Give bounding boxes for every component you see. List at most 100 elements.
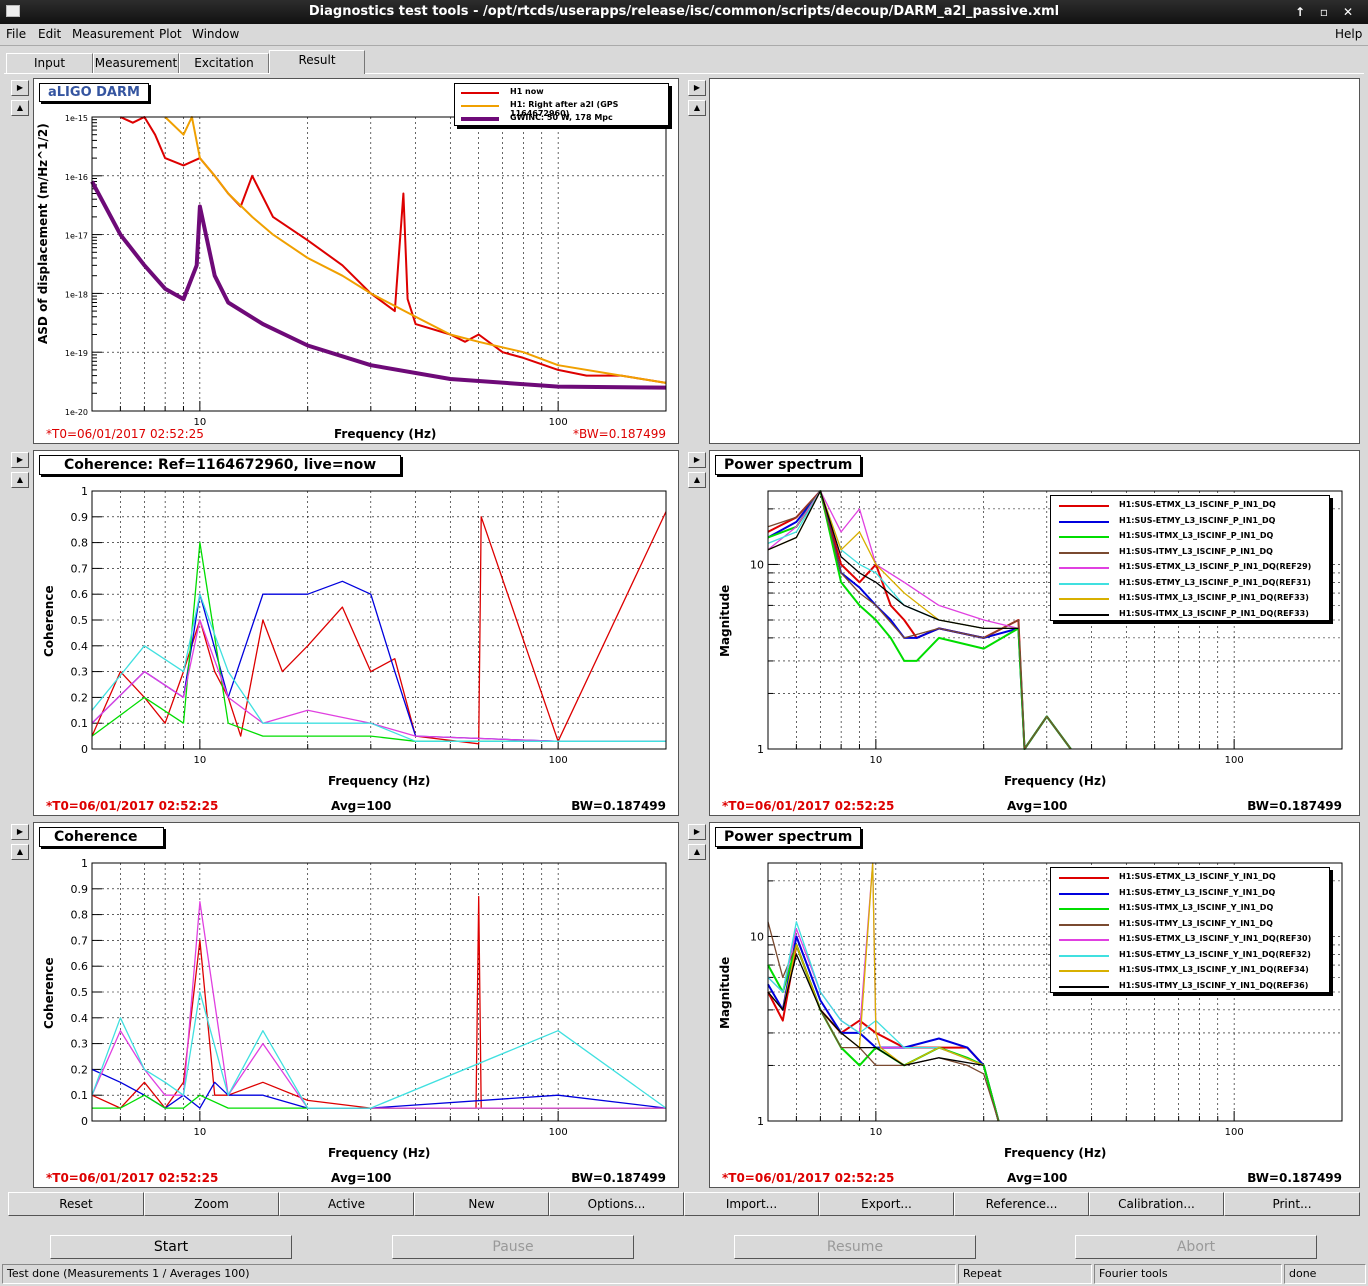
coherence-1-plot[interactable]: 10 100 0 0.1 0.2 0.3 0.4 0.5 0.6 0.7 0.8 0.9 1 (34, 451, 679, 816)
legend-entry: H1:SUS-ETMY_L3_ISCINF_Y_IN1_DQ (1119, 887, 1276, 897)
window-close-icon[interactable]: ✕ (1338, 0, 1358, 24)
y-tick-label: 1 (81, 857, 88, 870)
series-line (91, 991, 667, 1109)
legend-swatch (1059, 520, 1109, 523)
options-button[interactable]: Options... (549, 1192, 684, 1216)
coh1-xlabel: Frequency (Hz) (328, 774, 431, 788)
window-titlebar[interactable]: Diagnostics test tools - /opt/rtcds/user… (0, 0, 1368, 24)
series-line (91, 580, 666, 742)
panel-darm[interactable]: 10 100 1e-20 1e-19 1e-18 1e-17 1e-16 1e-15 aLIG… (33, 78, 679, 444)
zoom-button[interactable]: Zoom (144, 1192, 279, 1216)
coh2-bw: BW=0.187499 (571, 1171, 666, 1185)
menu-window[interactable]: Window (192, 27, 239, 41)
series-line (91, 901, 666, 1109)
panel-power-spectrum-2[interactable]: 10 100 1 10 Power spectrum H1:SUS-ETMX_L3_I… (709, 822, 1360, 1188)
panel-coherence-1[interactable]: 10 100 0 0.1 0.2 0.3 0.4 0.5 0.6 0.7 0.8 0.9 1 Coher… (33, 450, 679, 816)
panel1-prev-button[interactable]: ▲ (11, 100, 29, 116)
menu-file[interactable]: File (6, 27, 26, 41)
y-tick-label: 0.2 (71, 1063, 89, 1076)
start-button[interactable]: Start (50, 1235, 292, 1259)
series-line (119, 116, 667, 384)
export-button[interactable]: Export... (819, 1192, 954, 1216)
y-tick-label: 0.7 (71, 562, 89, 575)
panel2-next-button[interactable]: ▶ (688, 80, 706, 96)
panel3-prev-button[interactable]: ▲ (11, 472, 29, 488)
coh2-xlabel: Frequency (Hz) (328, 1146, 431, 1160)
resume-button[interactable]: Resume (734, 1235, 976, 1259)
legend-entry: H1 now (510, 87, 544, 96)
panel3-next-button[interactable]: ▶ (11, 452, 29, 468)
panel4-next-button[interactable]: ▶ (688, 452, 706, 468)
panel-empty[interactable] (709, 78, 1360, 444)
tab-divider (4, 73, 1364, 74)
legend-entry: H1:SUS-ETMX_L3_ISCINF_Y_IN1_DQ(REF30) (1119, 934, 1312, 943)
menu-edit[interactable]: Edit (38, 27, 61, 41)
ps1-xlabel: Frequency (Hz) (1004, 774, 1107, 788)
legend-swatch (1059, 582, 1109, 585)
tab-result[interactable]: Result (269, 50, 365, 74)
panel5-next-button[interactable]: ▶ (11, 824, 29, 840)
legend-entry: H1:SUS-ETMX_L3_ISCINF_P_IN1_DQ(REF29) (1119, 562, 1312, 571)
abort-button[interactable]: Abort (1075, 1235, 1317, 1259)
darm-t0: *T0=06/01/2017 02:52:25 (46, 427, 204, 441)
tab-input[interactable]: Input (6, 53, 93, 74)
ps1-bw: BW=0.187499 (1247, 799, 1342, 813)
print-button[interactable]: Print... (1224, 1192, 1360, 1216)
panel2-prev-button[interactable]: ▲ (688, 100, 706, 116)
series-line (90, 180, 667, 390)
tab-measurement[interactable]: Measurement (93, 53, 179, 74)
y-tick-label: 0.4 (71, 1012, 89, 1025)
panel1-next-button[interactable]: ▶ (11, 80, 29, 96)
window-maximize-icon[interactable]: ▫ (1314, 0, 1334, 24)
menu-plot[interactable]: Plot (159, 27, 182, 41)
y-tick-label: 0.8 (71, 909, 89, 922)
window-menu-icon[interactable] (6, 5, 20, 17)
legend-entry: H1:SUS-ETMX_L3_ISCINF_Y_IN1_DQ (1119, 872, 1276, 881)
y-tick-label: 0.6 (71, 588, 89, 601)
legend-entry: H1:SUS-ITMY_L3_ISCINF_Y_IN1_DQ (1119, 918, 1273, 928)
coh1-title: Coherence: Ref=1164672960, live=now (39, 455, 402, 475)
ps2-avg: Avg=100 (1007, 1171, 1068, 1185)
legend-entry: H1:SUS-ITMY_L3_ISCINF_Y_IN1_DQ(REF36) (1119, 980, 1309, 990)
legend-swatch (1059, 613, 1109, 616)
tab-excitation[interactable]: Excitation (179, 53, 269, 74)
series-line (91, 541, 666, 742)
legend-swatch (1059, 892, 1109, 895)
panel5-prev-button[interactable]: ▲ (11, 844, 29, 860)
legend-swatch (1059, 536, 1109, 538)
panel6-next-button[interactable]: ▶ (688, 824, 706, 840)
y-tick-label: 0.7 (71, 934, 89, 947)
darm-plot[interactable]: 10 1001e-201e-191e-181e-171e-161e-15 (34, 79, 679, 444)
panel4-prev-button[interactable]: ▲ (688, 472, 706, 488)
coh1-t0: *T0=06/01/2017 02:52:25 (46, 799, 219, 813)
x-tick-label: 10 (869, 1127, 882, 1138)
window-title: Diagnostics test tools - /opt/rtcds/user… (308, 4, 1060, 19)
calibration-button[interactable]: Calibration... (1089, 1192, 1224, 1216)
legend-entry: H1:SUS-ETMY_L3_ISCINF_P_IN1_DQ (1119, 515, 1276, 525)
panel6-prev-button[interactable]: ▲ (688, 844, 706, 860)
series-line (92, 1094, 666, 1109)
menu-bar: File Edit Measurement Plot Window Help (0, 24, 1368, 46)
active-button[interactable]: Active (279, 1192, 414, 1216)
reset-button[interactable]: Reset (8, 1192, 144, 1216)
y-tick-label: 10 (750, 930, 764, 943)
pause-button[interactable]: Pause (392, 1235, 634, 1259)
y-tick-label: 1e-16 (65, 173, 88, 182)
window-raise-icon[interactable]: ↑ (1290, 0, 1310, 24)
series-line (91, 511, 667, 745)
menu-measurement[interactable]: Measurement (72, 27, 154, 41)
menu-help[interactable]: Help (1335, 27, 1362, 41)
reference-button[interactable]: Reference... (954, 1192, 1089, 1216)
new-button[interactable]: New (414, 1192, 549, 1216)
coh2-ylabel: Coherence (42, 957, 56, 1029)
tab-bar: Input Measurement Excitation Result (0, 50, 1368, 74)
panel-coherence-2[interactable]: 10 100 0 0.1 0.2 0.3 0.4 0.5 0.6 0.7 0.8 0.9 1 Coher… (33, 822, 679, 1188)
import-button[interactable]: Import... (684, 1192, 819, 1216)
y-tick-label: 10 (750, 558, 764, 571)
legend-swatch (1059, 598, 1109, 600)
y-tick-label: 1e-18 (65, 290, 88, 299)
coherence-2-plot[interactable]: 10 100 0 0.1 0.2 0.3 0.4 0.5 0.6 0.7 0.8 0.9 1 (34, 823, 679, 1188)
coh1-ylabel: Coherence (42, 585, 56, 657)
darm-title: aLIGO DARM (39, 83, 149, 102)
panel-power-spectrum-1[interactable]: 10 100 1 10 Power spectrum H1:SUS-ETMX_L3_I… (709, 450, 1360, 816)
